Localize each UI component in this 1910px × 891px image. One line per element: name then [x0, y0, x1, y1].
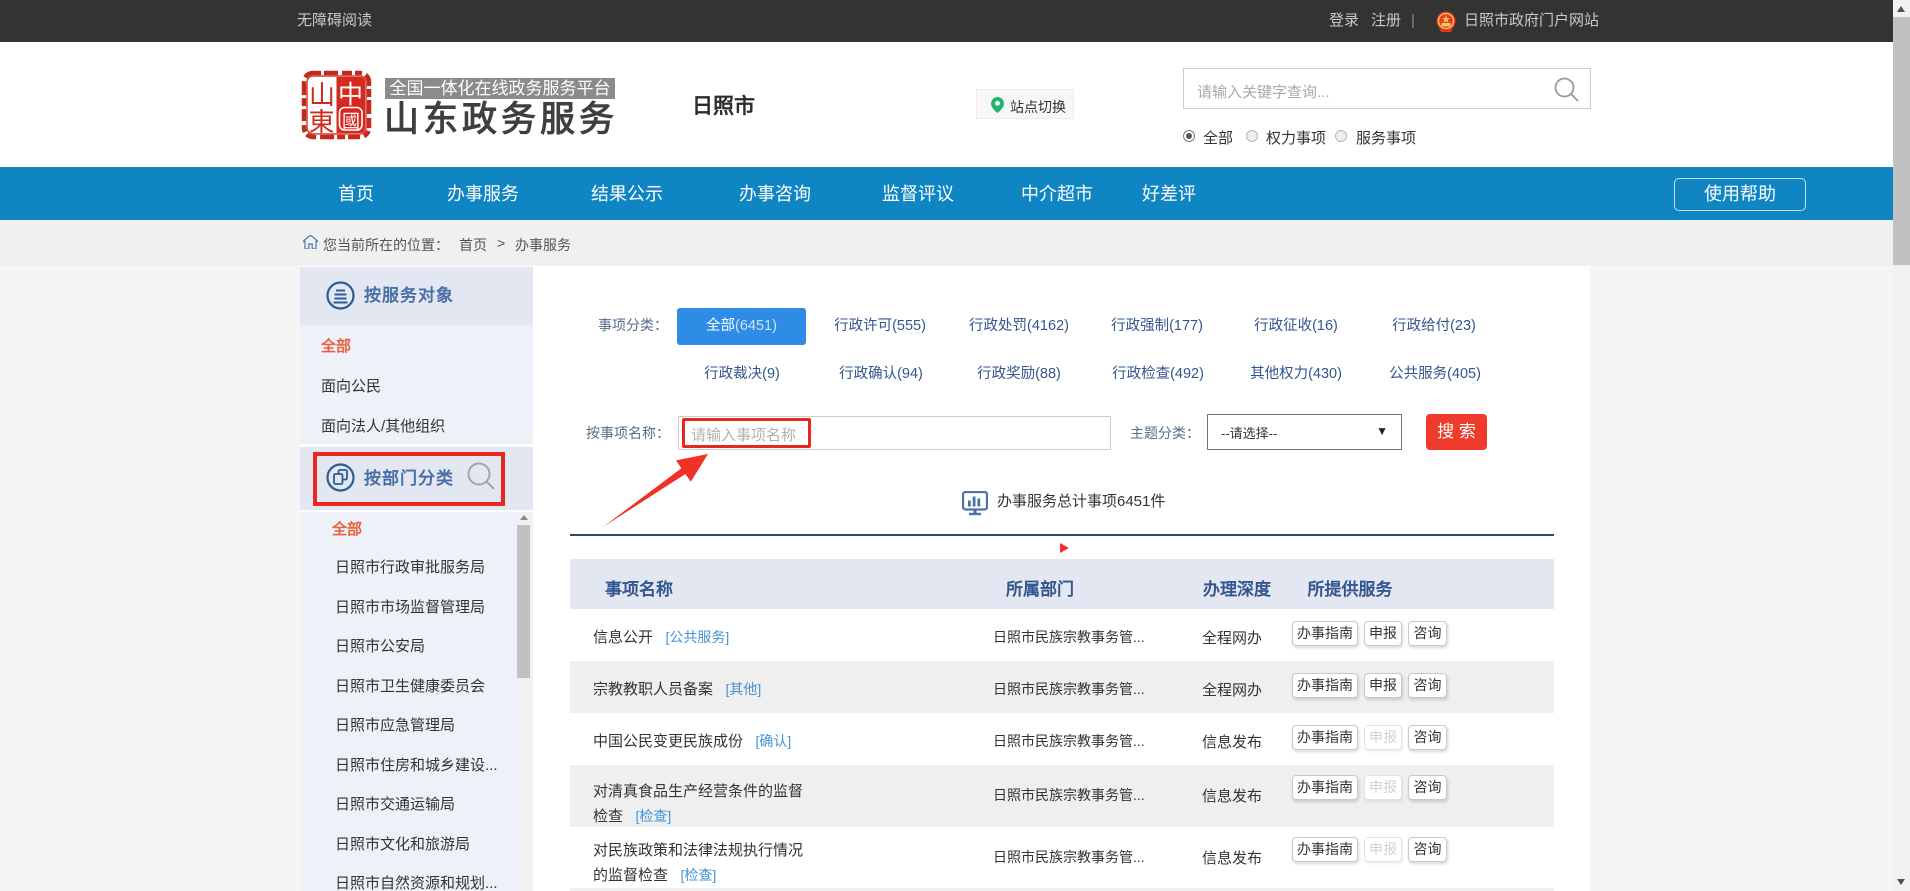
- svg-text:國: 國: [342, 112, 360, 132]
- svg-text:東: 東: [309, 107, 335, 137]
- svg-text:山: 山: [309, 80, 335, 110]
- svg-text:中: 中: [338, 81, 363, 109]
